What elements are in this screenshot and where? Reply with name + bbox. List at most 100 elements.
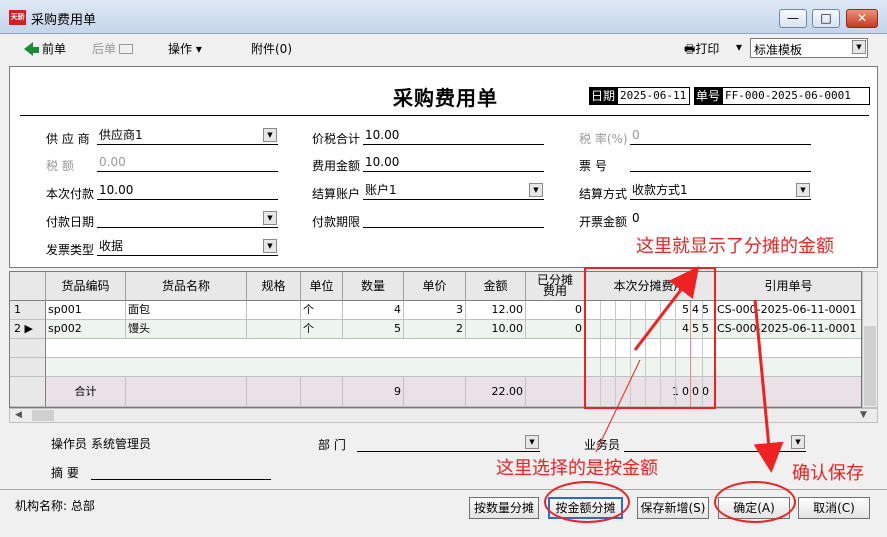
cell-ref[interactable]: CS-000-2025-06-11-0001 (715, 320, 861, 339)
annotation-select-by-amount: 这里选择的是按金额 (496, 458, 658, 479)
minimize-button[interactable]: — (779, 9, 807, 28)
cell-name[interactable]: 面包 (126, 301, 247, 320)
pay-term-field[interactable] (363, 210, 544, 228)
cell-unit[interactable]: 个 (301, 320, 343, 339)
chevron-down-icon[interactable]: ▼ (263, 128, 277, 142)
row-number[interactable]: 1 (10, 301, 46, 320)
prev-doc-button[interactable]: 前单 (24, 40, 66, 57)
invoice-no-label: 票 号 (579, 159, 607, 173)
annotation-highlight-box (584, 267, 716, 409)
memo-label: 摘 要 (51, 466, 79, 480)
cell-qty[interactable]: 5 (343, 320, 404, 339)
template-select[interactable]: 标准模板 ▼ (750, 38, 868, 58)
scroll-left-icon[interactable]: ◀ (15, 410, 22, 420)
header-divider (20, 115, 869, 116)
row-number[interactable]: 2 ▶ (10, 320, 46, 339)
print-dropdown-arrow[interactable]: ▾ (736, 40, 742, 54)
col-header-unit[interactable]: 单位 (301, 272, 343, 301)
allocate-by-qty-button[interactable]: 按数量分摊 (469, 497, 539, 519)
doc-no-label: 单号 (694, 87, 723, 105)
attachment-button[interactable]: 附件(0) (251, 40, 292, 57)
col-header-name[interactable]: 货品名称 (126, 272, 247, 301)
chevron-down-icon[interactable]: ▼ (529, 183, 543, 197)
window-titlebar: 天骄 采购费用单 — □ ✕ (0, 0, 887, 34)
settle-method-select[interactable]: 收款方式1 ▼ (630, 182, 811, 200)
chevron-down-icon[interactable]: ▼ (852, 40, 866, 54)
cell-amount[interactable]: 10.00 (466, 320, 526, 339)
cell-qty[interactable]: 4 (343, 301, 404, 320)
close-window-button[interactable]: ✕ (846, 9, 878, 28)
cell-allocated[interactable]: 0 (526, 320, 585, 339)
annotation-ellipse-by-amount (544, 481, 630, 523)
pay-now-label: 本次付款 (46, 187, 95, 201)
arrow-right-icon (119, 44, 134, 54)
operate-menu-button[interactable]: 操作 ▾ (168, 40, 202, 57)
cell-spec[interactable] (247, 301, 301, 320)
document-title: 采购费用单 (393, 86, 498, 110)
memo-input[interactable] (91, 462, 271, 480)
chevron-down-icon[interactable]: ▼ (796, 183, 810, 197)
salesperson-label: 业务员 (584, 438, 621, 452)
cell-allocated[interactable]: 0 (526, 301, 585, 320)
cancel-button[interactable]: 取消(C) (798, 497, 870, 519)
date-field[interactable]: 2025-06-11 (617, 87, 690, 105)
next-doc-button[interactable]: 后单 (92, 40, 134, 57)
tax-rate-field[interactable]: 0 (630, 127, 811, 145)
grid-corner (10, 272, 46, 301)
cell-spec[interactable] (247, 320, 301, 339)
arrow-left-icon (24, 42, 33, 56)
supplier-label: 供 应 商 (46, 132, 90, 146)
supplier-select[interactable]: 供应商1 ▼ (97, 127, 278, 145)
grid-vertical-scrollbar[interactable] (862, 271, 878, 408)
summary-qty: 9 (343, 377, 404, 407)
window-title: 采购费用单 (31, 13, 97, 28)
col-header-ref[interactable]: 引用单号 (715, 272, 861, 301)
chevron-down-icon[interactable]: ▼ (263, 211, 277, 225)
invoiced-amount-label: 开票金额 (579, 215, 628, 229)
col-header-amount[interactable]: 金额 (466, 272, 526, 301)
salesperson-select[interactable]: ▼ (624, 434, 806, 452)
cell-ref[interactable]: CS-000-2025-06-11-0001 (715, 301, 861, 320)
print-button[interactable]: 🖶打印 (684, 40, 719, 61)
scroll-right-icon[interactable]: ▼ (860, 410, 867, 420)
maximize-button[interactable]: □ (812, 9, 840, 28)
cell-code[interactable]: sp001 (46, 301, 126, 320)
tax-rate-label: 税 率(%) (579, 132, 628, 146)
department-select[interactable]: ▼ (357, 434, 540, 452)
cell-price[interactable]: 3 (404, 301, 466, 320)
caret-down-icon: ▾ (195, 42, 202, 56)
cell-amount[interactable]: 12.00 (466, 301, 526, 320)
cell-price[interactable]: 2 (404, 320, 466, 339)
chevron-down-icon[interactable]: ▼ (791, 435, 805, 449)
fee-amount-label: 费用金额 (312, 159, 361, 173)
tax-amount-field[interactable]: 0.00 (97, 154, 278, 172)
save-and-new-button[interactable]: 保存新增(S) (637, 497, 709, 519)
col-header-price[interactable]: 单价 (404, 272, 466, 301)
cell-code[interactable]: sp002 (46, 320, 126, 339)
col-header-code[interactable]: 货品编码 (46, 272, 126, 301)
fee-amount-field[interactable]: 10.00 (363, 154, 544, 172)
invoice-no-field[interactable] (630, 154, 811, 172)
col-header-allocated[interactable]: 已分摊费用 (526, 272, 585, 301)
annotation-confirm-save: 确认保存 (792, 463, 864, 484)
summary-label: 合计 (46, 377, 126, 407)
tax-total-field[interactable]: 10.00 (363, 127, 544, 145)
operator-label: 操作员 (51, 437, 88, 451)
printer-icon: 🖶 (684, 42, 696, 56)
invoice-type-select[interactable]: 收据 ▼ (97, 238, 278, 256)
account-select[interactable]: 账户1 ▼ (363, 182, 544, 200)
doc-no-field[interactable]: FF-000-2025-06-0001 (722, 87, 870, 105)
pay-date-select[interactable]: ▼ (97, 210, 278, 228)
empty-row[interactable] (46, 339, 861, 358)
pay-now-field[interactable]: 10.00 (97, 182, 278, 200)
grid-horizontal-scrollbar[interactable]: ◀ ▼ (9, 408, 878, 423)
cell-unit[interactable]: 个 (301, 301, 343, 320)
cell-name[interactable]: 馒头 (126, 320, 247, 339)
current-row-icon: ▶ (24, 322, 33, 335)
chevron-down-icon[interactable]: ▼ (525, 435, 539, 449)
operator-value: 系统管理员 (91, 437, 152, 451)
col-header-qty[interactable]: 数量 (343, 272, 404, 301)
empty-row[interactable] (46, 358, 861, 377)
chevron-down-icon[interactable]: ▼ (263, 239, 277, 253)
col-header-spec[interactable]: 规格 (247, 272, 301, 301)
